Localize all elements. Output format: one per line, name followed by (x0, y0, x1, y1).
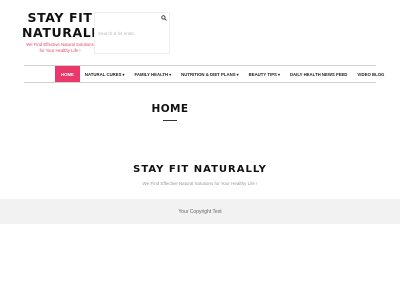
search-box[interactable]: Search & hit enter.. (94, 12, 170, 54)
nav-item-nutrition-diet-plans[interactable]: NUTRITION & DIET PLANS ▾ (176, 66, 243, 82)
chevron-down-icon: ▾ (277, 71, 280, 77)
site-title-line-1: STAY FIT (27, 10, 93, 25)
nav-item-label: NATURAL CURES (84, 71, 122, 77)
nav-item-beauty-tips[interactable]: BEAUTY TIPS ▾ (244, 66, 285, 82)
nav-item-family-health[interactable]: FAMILY HEALTH ▾ (130, 66, 177, 82)
site-tagline-line-2: for Your Healthy Life ! (39, 48, 81, 53)
chevron-down-icon: ▾ (122, 71, 125, 77)
nav-item-label: DAILY HEALTH NEWS FEED (289, 71, 348, 77)
site-title-line-2: NATURALLY (22, 25, 108, 40)
footer: Your Copyright Text (0, 199, 400, 224)
site-title[interactable]: STAY FIT NATURALLY (22, 10, 108, 40)
site-banner-title: STAY FIT NATURALLY (133, 164, 267, 175)
main-nav: HOME NATURAL CURES ▾ FAMILY HEALTH ▾ NUTRITIO… (55, 66, 389, 82)
nav-item-label: HOME (61, 71, 74, 77)
nav-item-home[interactable]: HOME (55, 66, 80, 82)
site-logo[interactable]: STAY FIT NATURALLY We Find Effective Nat… (22, 10, 108, 54)
nav-item-label: FAMILY HEALTH (134, 71, 169, 77)
nav-item-label: BEAUTY TIPS (248, 71, 277, 77)
footer-copyright: Your Copyright Text (178, 208, 222, 215)
nav-item-natural-cures[interactable]: NATURAL CURES ▾ (80, 66, 130, 82)
search-icon[interactable] (161, 15, 167, 21)
chevron-down-icon: ▾ (236, 71, 239, 77)
nav-bottom-rule (24, 82, 376, 83)
page-title-underline (163, 120, 177, 121)
nav-item-label: NUTRITION & DIET PLANS (181, 71, 236, 77)
search-input[interactable]: Search & hit enter.. (98, 31, 136, 36)
site-tagline: We Find Effective Natural Solutions for … (22, 42, 98, 54)
nav-item-video-blog[interactable]: VIDEO BLOG (352, 66, 389, 82)
nav-item-label: VIDEO BLOG (357, 71, 385, 77)
nav-item-daily-health-news-feed[interactable]: DAILY HEALTH NEWS FEED (285, 66, 352, 82)
page-title: HOME (151, 103, 189, 115)
chevron-down-icon: ▾ (169, 71, 172, 77)
site-banner-subtitle: We Find Effective Natural Solutions for … (142, 181, 258, 186)
